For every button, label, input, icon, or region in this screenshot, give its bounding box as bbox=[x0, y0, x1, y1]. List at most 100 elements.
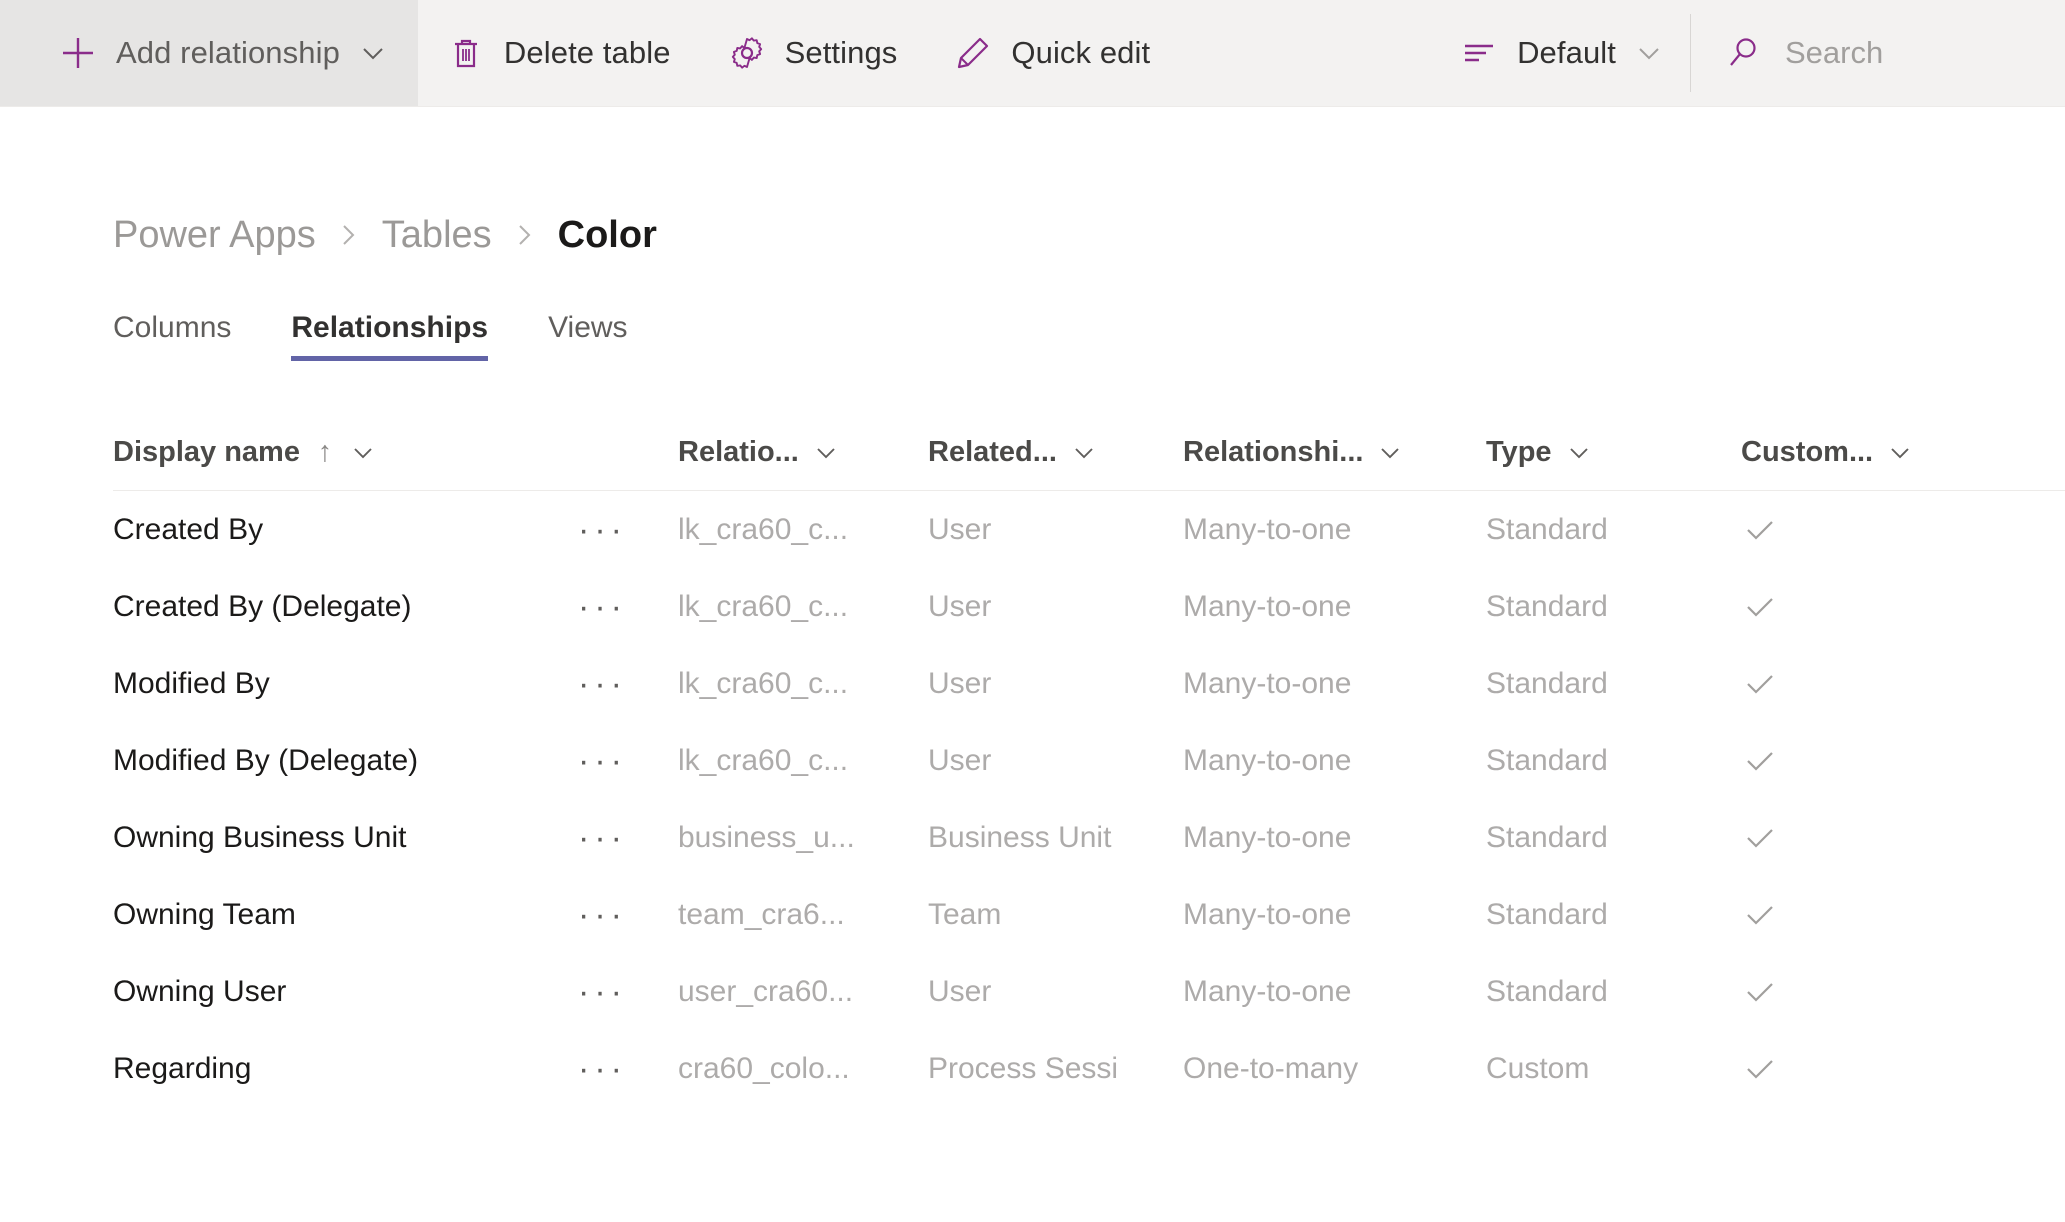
search-input[interactable]: Search bbox=[1691, 0, 2065, 106]
quick-edit-label: Quick edit bbox=[1011, 35, 1151, 70]
row-relationship-type: Many-to-one bbox=[1183, 974, 1352, 1008]
row-type: Standard bbox=[1486, 666, 1608, 700]
row-related-table: User bbox=[928, 666, 992, 700]
table-row[interactable]: Owning Team ··· team_cra6... Team Many-to-on… bbox=[113, 876, 2065, 953]
row-overflow-menu-icon[interactable]: ··· bbox=[578, 975, 678, 1009]
row-display-name: Created By bbox=[113, 512, 264, 546]
row-display-name: Modified By (Delegate) bbox=[113, 743, 419, 777]
quick-edit-button[interactable]: Quick edit bbox=[925, 0, 1178, 106]
command-bar-spacer bbox=[1178, 0, 1433, 106]
column-header-relationship-name[interactable]: Relatio... bbox=[678, 436, 928, 469]
settings-button[interactable]: Settings bbox=[699, 0, 926, 106]
row-relationship-name: lk_cra60_c... bbox=[678, 589, 849, 623]
search-placeholder: Search bbox=[1785, 35, 1884, 70]
row-related-table: User bbox=[928, 743, 992, 777]
row-type: Standard bbox=[1486, 974, 1608, 1008]
row-custom-check bbox=[1741, 742, 1971, 780]
row-relationship-name: lk_cra60_c... bbox=[678, 512, 849, 546]
check-icon bbox=[1747, 982, 1773, 1002]
check-icon bbox=[1747, 905, 1773, 925]
check-icon bbox=[1747, 828, 1773, 848]
column-header-custom[interactable]: Custom... bbox=[1741, 436, 1971, 469]
breadcrumb-item-current: Color bbox=[557, 213, 657, 256]
tab-relationships[interactable]: Relationships bbox=[291, 311, 488, 361]
row-relationship-type: One-to-many bbox=[1183, 1051, 1359, 1085]
add-relationship-label: Add relationship bbox=[116, 35, 340, 70]
row-related-table: Process Sessi bbox=[928, 1051, 1119, 1085]
row-relationship-type: Many-to-one bbox=[1183, 666, 1352, 700]
column-header-type-label: Type bbox=[1486, 436, 1552, 468]
table-row[interactable]: Created By ··· lk_cra60_c... User Many-to-on… bbox=[113, 491, 2065, 568]
chevron-down-icon bbox=[350, 440, 376, 466]
chevron-right-icon bbox=[512, 218, 538, 252]
view-selector-label: Default bbox=[1517, 35, 1616, 70]
view-selector[interactable]: Default bbox=[1433, 0, 1690, 106]
breadcrumb: Power Apps Tables Color bbox=[113, 211, 2065, 259]
check-icon bbox=[1747, 597, 1773, 617]
grid-body: Created By ··· lk_cra60_c... User Many-to-on… bbox=[113, 491, 2065, 1107]
table-row[interactable]: Regarding ··· cra60_colo... Process Sessi On… bbox=[113, 1030, 2065, 1107]
check-icon bbox=[1747, 674, 1773, 694]
tab-views[interactable]: Views bbox=[548, 311, 627, 361]
column-header-relationship-type[interactable]: Relationshi... bbox=[1183, 436, 1486, 469]
table-row[interactable]: Owning User ··· user_cra60... User Many-to-o… bbox=[113, 953, 2065, 1030]
chevron-down-icon bbox=[1566, 440, 1592, 466]
command-bar: Add relationship Delete table Settings Q… bbox=[0, 0, 2065, 107]
row-overflow-menu-icon[interactable]: ··· bbox=[578, 667, 678, 701]
gear-icon bbox=[727, 33, 767, 73]
row-type: Standard bbox=[1486, 589, 1608, 623]
chevron-down-icon bbox=[1071, 440, 1097, 466]
row-related-table: User bbox=[928, 589, 992, 623]
relationships-grid: Display name ↑ Relatio... Related... Rel… bbox=[113, 421, 2065, 1107]
table-row[interactable]: Owning Business Unit ··· business_u... Busi… bbox=[113, 799, 2065, 876]
chevron-down-icon bbox=[1634, 38, 1664, 68]
chevron-down-icon bbox=[1377, 440, 1403, 466]
breadcrumb-item-power-apps[interactable]: Power Apps bbox=[113, 214, 316, 257]
chevron-down-icon bbox=[358, 38, 388, 68]
row-display-name: Owning User bbox=[113, 974, 287, 1008]
page-body: Power Apps Tables Color Columns Relation… bbox=[0, 211, 2065, 1107]
row-overflow-menu-icon[interactable]: ··· bbox=[578, 744, 678, 778]
row-relationship-type: Many-to-one bbox=[1183, 897, 1352, 931]
breadcrumb-item-tables[interactable]: Tables bbox=[382, 214, 492, 257]
table-row[interactable]: Modified By ··· lk_cra60_c... User Many-to-o… bbox=[113, 645, 2065, 722]
row-relationship-type: Many-to-one bbox=[1183, 512, 1352, 546]
row-custom-check bbox=[1741, 665, 1971, 703]
tab-list: Columns Relationships Views bbox=[113, 301, 2065, 361]
row-custom-check bbox=[1741, 588, 1971, 626]
column-header-related-table[interactable]: Related... bbox=[928, 436, 1183, 469]
view-list-icon bbox=[1459, 33, 1499, 73]
tab-columns[interactable]: Columns bbox=[113, 311, 231, 361]
grid-header-row: Display name ↑ Relatio... Related... Rel… bbox=[113, 421, 2065, 491]
row-relationship-name: cra60_colo... bbox=[678, 1051, 850, 1085]
row-relationship-name: user_cra60... bbox=[678, 974, 854, 1008]
row-relationship-type: Many-to-one bbox=[1183, 743, 1352, 777]
search-icon bbox=[1723, 33, 1763, 73]
row-relationship-name: lk_cra60_c... bbox=[678, 666, 849, 700]
row-overflow-menu-icon[interactable]: ··· bbox=[578, 898, 678, 932]
column-header-display-name[interactable]: Display name ↑ bbox=[113, 436, 578, 469]
row-overflow-menu-icon[interactable]: ··· bbox=[578, 590, 678, 624]
row-overflow-menu-icon[interactable]: ··· bbox=[578, 513, 678, 547]
table-row[interactable]: Created By (Delegate) ··· lk_cra60_c... Use… bbox=[113, 568, 2065, 645]
row-type: Custom bbox=[1486, 1051, 1590, 1085]
column-header-relationship-type-label: Relationshi... bbox=[1183, 436, 1364, 468]
delete-table-button[interactable]: Delete table bbox=[418, 0, 699, 106]
row-custom-check bbox=[1741, 511, 1971, 549]
row-relationship-name: business_u... bbox=[678, 820, 855, 854]
row-overflow-menu-icon[interactable]: ··· bbox=[578, 821, 678, 855]
row-type: Standard bbox=[1486, 512, 1608, 546]
row-related-table: Team bbox=[928, 897, 1002, 931]
row-relationship-type: Many-to-one bbox=[1183, 820, 1352, 854]
row-relationship-type: Many-to-one bbox=[1183, 589, 1352, 623]
column-header-display-name-label: Display name bbox=[113, 436, 300, 468]
chevron-down-icon bbox=[1887, 440, 1913, 466]
column-header-related-table-label: Related... bbox=[928, 436, 1057, 468]
row-overflow-menu-icon[interactable]: ··· bbox=[578, 1052, 678, 1086]
row-related-table: User bbox=[928, 512, 992, 546]
add-relationship-button[interactable]: Add relationship bbox=[0, 0, 418, 106]
table-row[interactable]: Modified By (Delegate) ··· lk_cra60_c... Us… bbox=[113, 722, 2065, 799]
column-header-type[interactable]: Type bbox=[1486, 436, 1741, 469]
row-display-name: Regarding bbox=[113, 1051, 252, 1085]
row-relationship-name: team_cra6... bbox=[678, 897, 845, 931]
